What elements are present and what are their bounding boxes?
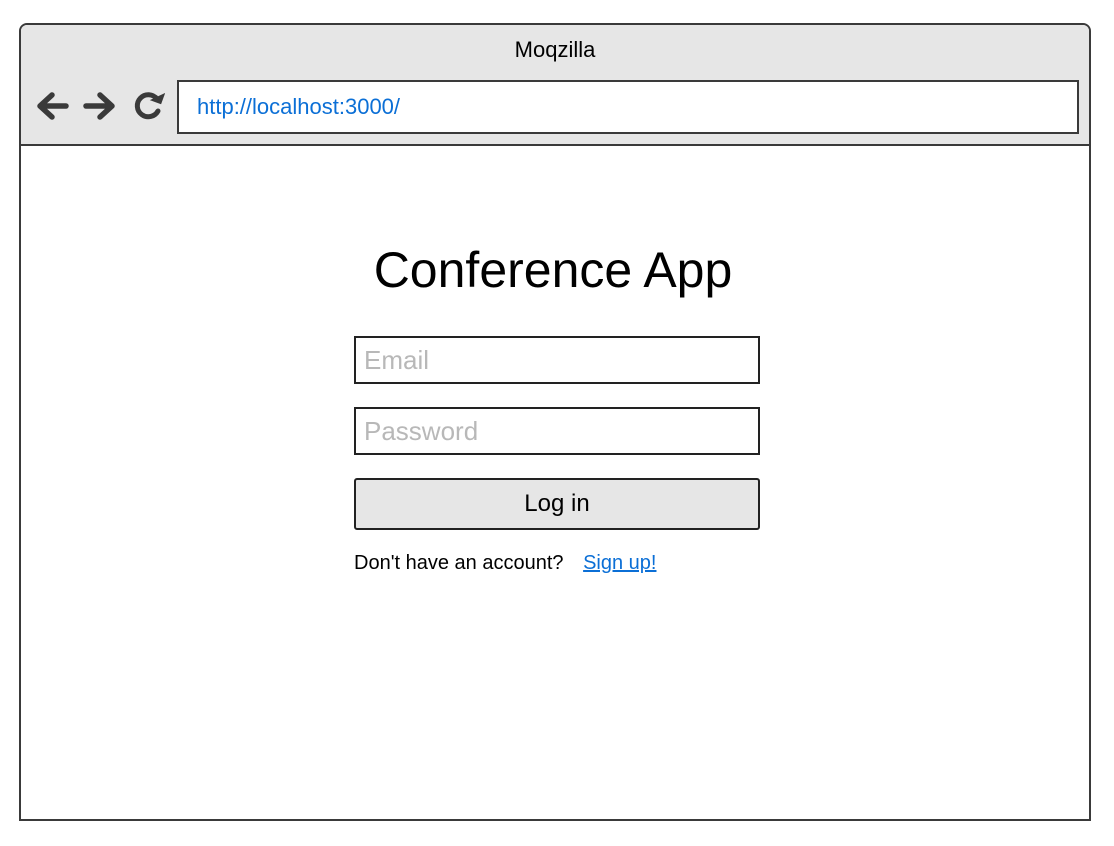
window-title: Moqzilla: [514, 37, 596, 62]
email-input[interactable]: [354, 336, 760, 384]
page-title: Conference App: [373, 242, 733, 298]
page-content: Conference App Log in Don't have an acco…: [21, 146, 1089, 819]
back-button[interactable]: [33, 87, 71, 125]
signup-row: Don't have an account? Sign up!: [354, 552, 656, 575]
signup-prompt: Don't have an account?: [354, 552, 564, 574]
address-bar[interactable]: http://localhost:3000/: [177, 80, 1079, 134]
forward-button[interactable]: [81, 87, 119, 125]
reload-button[interactable]: [129, 87, 167, 125]
address-url: http://localhost:3000/: [197, 94, 401, 119]
arrow-left-icon: [37, 92, 69, 120]
browser-chrome: Moqzilla http://localhost:3000/: [21, 25, 1089, 146]
browser-window: Moqzilla http://localhost:3000/ Conferen…: [19, 23, 1091, 821]
reload-icon: [134, 92, 165, 120]
signup-link[interactable]: Sign up!: [583, 552, 656, 574]
arrow-right-icon: [83, 92, 115, 120]
password-input[interactable]: [354, 407, 760, 455]
login-button[interactable]: Log in: [354, 478, 760, 530]
